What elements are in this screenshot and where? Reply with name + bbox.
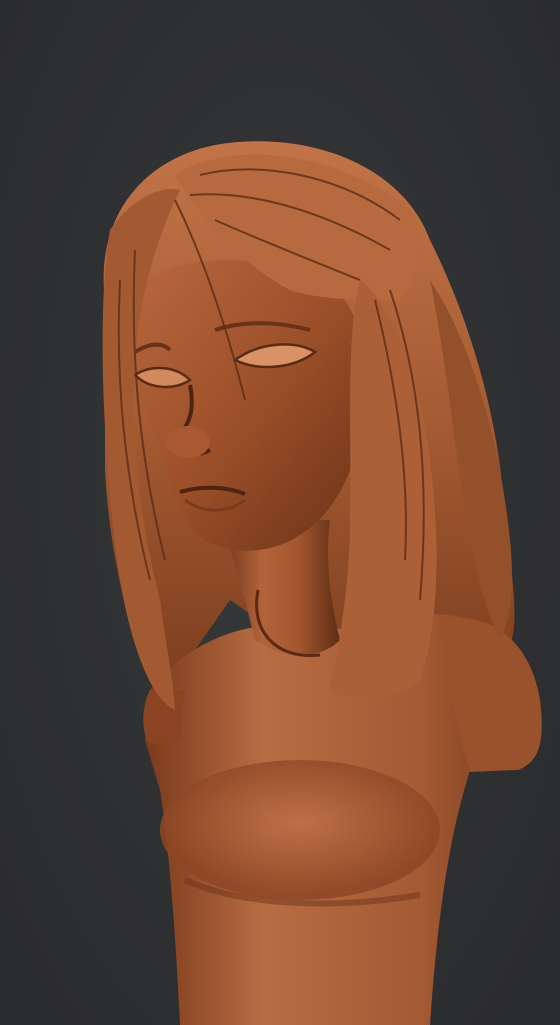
viewport-canvas xyxy=(0,0,560,1025)
sculpt-render xyxy=(102,141,542,1025)
chest-form xyxy=(160,760,440,900)
nose-tip xyxy=(166,426,210,458)
